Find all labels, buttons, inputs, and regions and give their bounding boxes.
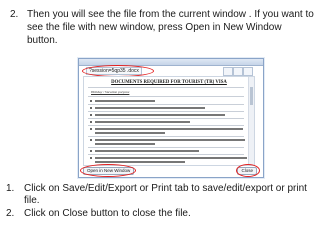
note-number: 1. bbox=[6, 183, 15, 194]
list-item bbox=[88, 100, 246, 103]
divider bbox=[88, 118, 244, 119]
close-button-highlight bbox=[236, 164, 260, 177]
note-item: 1. Click on Save/Edit/Export or Print ta… bbox=[6, 183, 316, 207]
section-label: Holiday / Vacation purpose bbox=[91, 90, 130, 94]
viewer-toolbar: ?session=5qp35 .docx bbox=[81, 65, 259, 77]
document-preview: DOCUMENTS REQUIRED FOR TOURIST (TR) VISA… bbox=[83, 76, 255, 166]
instruction-step: 2. Then you will see the file from the c… bbox=[10, 8, 314, 47]
scrollbar-thumb[interactable] bbox=[250, 87, 253, 105]
list-item bbox=[88, 114, 246, 117]
divider bbox=[88, 136, 244, 137]
note-number: 2. bbox=[6, 208, 15, 219]
divider bbox=[88, 154, 244, 155]
instruction-number: 2. bbox=[10, 9, 19, 20]
edit-tab[interactable] bbox=[233, 67, 243, 76]
divider bbox=[88, 111, 244, 112]
document-scrollbar[interactable] bbox=[248, 77, 254, 165]
note-item: 2. Click on Close button to close the fi… bbox=[6, 208, 316, 220]
note-text: Click on Close button to close the file. bbox=[24, 208, 191, 219]
instruction-text: Then you will see the file from the curr… bbox=[27, 9, 314, 46]
notes-list: 1. Click on Save/Edit/Export or Print ta… bbox=[6, 183, 316, 221]
list-item bbox=[88, 107, 246, 110]
save-tab[interactable] bbox=[223, 67, 233, 76]
list-item bbox=[88, 121, 246, 124]
list-item bbox=[88, 150, 246, 153]
document-title: DOCUMENTS REQUIRED FOR TOURIST (TR) VISA bbox=[111, 80, 227, 85]
divider bbox=[88, 87, 244, 88]
note-text: Click on Save/Edit/Export or Print tab t… bbox=[24, 183, 307, 206]
divider bbox=[88, 147, 244, 148]
list-item bbox=[88, 132, 246, 135]
list-item bbox=[88, 139, 246, 142]
list-item bbox=[88, 157, 247, 160]
open-button-highlight bbox=[80, 164, 136, 177]
viewer-footer: Open in New Window Close bbox=[80, 164, 260, 177]
list-item bbox=[88, 143, 246, 146]
print-tab[interactable] bbox=[243, 67, 253, 76]
divider bbox=[88, 104, 244, 105]
file-viewer-screenshot: ?session=5qp35 .docx DOCUMENTS REQUIRED … bbox=[78, 58, 264, 178]
divider bbox=[88, 96, 244, 97]
list-item bbox=[88, 128, 246, 131]
divider bbox=[88, 125, 244, 126]
